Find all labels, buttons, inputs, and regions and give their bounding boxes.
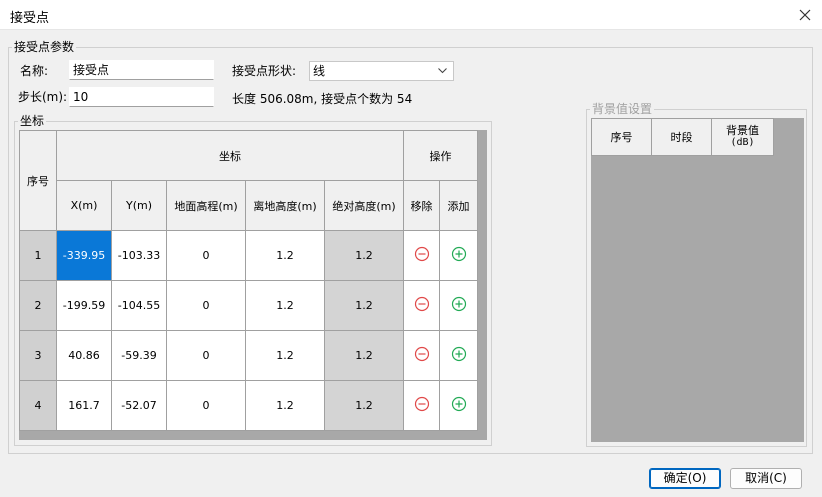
row-index[interactable]: 2 xyxy=(19,280,57,331)
cell-ground[interactable]: 0 xyxy=(166,380,246,431)
title-bar xyxy=(0,0,822,30)
table-row: 2 -199.59 -104.55 0 1.2 1.2 xyxy=(19,280,479,331)
cell-y[interactable]: -52.07 xyxy=(111,380,167,431)
bg-header-index: 序号 xyxy=(591,118,652,156)
add-row-button[interactable] xyxy=(439,330,479,381)
params-group-label: 接受点参数 xyxy=(12,40,77,54)
remove-row-button[interactable] xyxy=(403,230,441,281)
step-label: 步长(m): xyxy=(18,90,68,104)
cell-x[interactable]: -199.59 xyxy=(56,280,112,331)
cell-x[interactable]: 40.86 xyxy=(56,330,112,381)
length-info-text: 长度 506.08m, 接受点个数为 54 xyxy=(232,92,413,106)
background-table-frame: 序号 时段 背景值 (dB) xyxy=(591,118,804,442)
header-remove: 移除 xyxy=(403,180,441,231)
cell-absolute: 1.2 xyxy=(323,280,405,331)
header-coord-group: 坐标 xyxy=(55,130,405,181)
cell-x[interactable]: -339.95 xyxy=(56,230,112,281)
header-y: Y(m) xyxy=(111,180,167,231)
background-table: 序号 时段 背景值 (dB) xyxy=(591,118,774,156)
bg-header-value-unit: (dB) xyxy=(730,137,755,148)
row-index[interactable]: 3 xyxy=(19,330,57,381)
name-input[interactable]: 接受点 xyxy=(69,60,214,80)
window-title: 接受点 xyxy=(10,11,50,26)
cell-absolute: 1.2 xyxy=(323,330,405,381)
add-row-button[interactable] xyxy=(439,230,479,281)
bg-header-value: 背景值 (dB) xyxy=(711,118,774,156)
cell-y[interactable]: -103.33 xyxy=(111,230,167,281)
header-x: X(m) xyxy=(56,180,112,231)
minus-circle-icon xyxy=(414,296,429,312)
background-group-label: 背景值设置 xyxy=(590,102,655,116)
remove-row-button[interactable] xyxy=(403,380,441,431)
header-ground: 地面高程(m) xyxy=(166,180,246,231)
bg-header-value-label: 背景值 xyxy=(726,124,759,137)
chevron-down-icon xyxy=(438,68,447,74)
close-button[interactable] xyxy=(794,4,816,26)
add-row-button[interactable] xyxy=(439,280,479,331)
table-row: 1 -339.95 -103.33 0 1.2 1.2 xyxy=(19,230,479,281)
header-height: 离地高度(m) xyxy=(245,180,325,231)
table-row: 3 40.86 -59.39 0 1.2 1.2 xyxy=(19,330,479,381)
cell-height[interactable]: 1.2 xyxy=(245,380,325,431)
row-index[interactable]: 4 xyxy=(19,380,57,431)
cell-y[interactable]: -104.55 xyxy=(111,280,167,331)
add-row-button[interactable] xyxy=(439,380,479,431)
cell-y[interactable]: -59.39 xyxy=(111,330,167,381)
minus-circle-icon xyxy=(414,346,429,362)
cell-absolute: 1.2 xyxy=(323,230,405,281)
step-input[interactable]: 10 xyxy=(69,87,214,107)
bg-header-period: 时段 xyxy=(651,118,712,156)
close-icon xyxy=(799,9,811,21)
shape-select[interactable]: 线 xyxy=(309,61,454,81)
coords-group-label: 坐标 xyxy=(18,114,47,128)
header-add: 添加 xyxy=(439,180,479,231)
cell-x[interactable]: 161.7 xyxy=(56,380,112,431)
minus-circle-icon xyxy=(414,396,429,412)
plus-circle-icon xyxy=(451,296,466,312)
cell-ground[interactable]: 0 xyxy=(166,330,246,381)
shape-label: 接受点形状: xyxy=(232,64,297,78)
row-index[interactable]: 1 xyxy=(19,230,57,281)
name-input-value: 接受点 xyxy=(73,63,110,77)
coords-table: 序号 坐标 操作 X(m) Y(m) 地面高程(m) 离地高度(m) 绝对高度(… xyxy=(19,130,479,431)
header-absolute: 绝对高度(m) xyxy=(323,180,405,231)
plus-circle-icon xyxy=(451,246,466,262)
cell-height[interactable]: 1.2 xyxy=(245,230,325,281)
cell-height[interactable]: 1.2 xyxy=(245,330,325,381)
header-op-group: 操作 xyxy=(403,130,479,181)
minus-circle-icon xyxy=(414,246,429,262)
shape-select-value: 线 xyxy=(313,64,326,78)
cell-absolute: 1.2 xyxy=(323,380,405,431)
coords-table-frame: 序号 坐标 操作 X(m) Y(m) 地面高程(m) 离地高度(m) 绝对高度(… xyxy=(19,130,487,440)
plus-circle-icon xyxy=(451,346,466,362)
cancel-button[interactable]: 取消(C) xyxy=(730,468,802,489)
ok-button[interactable]: 确定(O) xyxy=(649,468,721,489)
cell-ground[interactable]: 0 xyxy=(166,230,246,281)
cell-ground[interactable]: 0 xyxy=(166,280,246,331)
remove-row-button[interactable] xyxy=(403,330,441,381)
remove-row-button[interactable] xyxy=(403,280,441,331)
cell-height[interactable]: 1.2 xyxy=(245,280,325,331)
plus-circle-icon xyxy=(451,396,466,412)
step-input-value: 10 xyxy=(73,90,89,104)
table-row: 4 161.7 -52.07 0 1.2 1.2 xyxy=(19,380,479,431)
name-label: 名称: xyxy=(20,64,49,78)
header-index: 序号 xyxy=(19,130,57,231)
